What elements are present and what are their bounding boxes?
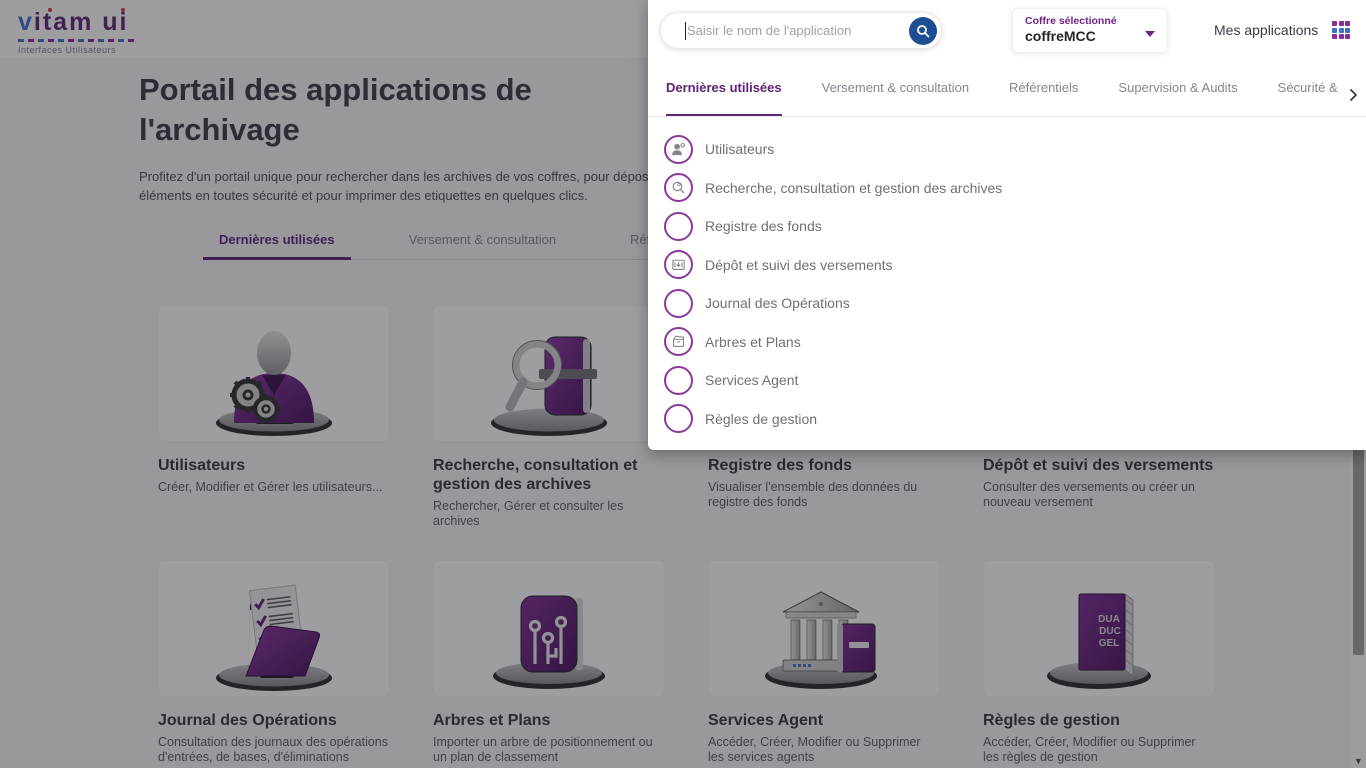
- panel-top-bar: Coffre sélectionné coffreMCC Mes applica…: [648, 0, 1366, 60]
- list-item-label: Règles de gestion: [705, 411, 817, 427]
- panel-tab-dernieres-utilisees[interactable]: Dernières utilisées: [666, 74, 782, 116]
- list-item-label: Utilisateurs: [705, 141, 774, 157]
- search-icon: [916, 24, 930, 38]
- list-item-label: Recherche, consultation et gestion des a…: [705, 180, 1002, 196]
- apps-grid-icon[interactable]: [1332, 21, 1350, 39]
- list-item-depot-versements[interactable]: Dépôt et suivi des versements: [664, 246, 1366, 285]
- chevron-right-icon: [1349, 88, 1358, 102]
- list-item-label: Journal des Opérations: [705, 295, 850, 311]
- panel-tab-referentiels[interactable]: Référentiels: [1009, 74, 1078, 116]
- empty-circle-icon: [664, 404, 693, 433]
- my-applications-label: Mes applications: [1214, 22, 1318, 38]
- list-item-label: Services Agent: [705, 372, 798, 388]
- list-item-regles-de-gestion[interactable]: Règles de gestion: [664, 400, 1366, 439]
- inbox-download-icon: [664, 250, 693, 279]
- coffre-label: Coffre sélectionné: [1025, 15, 1155, 27]
- panel-tab-versement-consultation[interactable]: Versement & consultation: [822, 74, 969, 116]
- chevron-down-icon: [1145, 31, 1155, 37]
- list-item-services-agent[interactable]: Services Agent: [664, 361, 1366, 400]
- application-list: Utilisateurs Recherche, consultation et …: [648, 117, 1366, 438]
- empty-circle-icon: [664, 289, 693, 318]
- empty-circle-icon: [664, 366, 693, 395]
- list-item-recherche-archives[interactable]: Recherche, consultation et gestion des a…: [664, 169, 1366, 208]
- user-gear-icon: [664, 135, 693, 164]
- panel-tab-supervision-audits[interactable]: Supervision & Audits: [1118, 74, 1237, 116]
- tabs-scroll-right-button[interactable]: [1340, 74, 1366, 116]
- list-item-utilisateurs[interactable]: Utilisateurs: [664, 130, 1366, 169]
- list-item-journal-operations[interactable]: Journal des Opérations: [664, 284, 1366, 323]
- search-button[interactable]: [909, 17, 937, 45]
- list-item-label: Registre des fonds: [705, 218, 822, 234]
- archive-box-icon: [664, 327, 693, 356]
- empty-circle-icon: [664, 212, 693, 241]
- list-item-arbres-et-plans[interactable]: Arbres et Plans: [664, 323, 1366, 362]
- search-input[interactable]: [687, 13, 897, 48]
- coffre-value: coffreMCC: [1025, 28, 1155, 44]
- applications-menu-panel: Coffre sélectionné coffreMCC Mes applica…: [648, 0, 1366, 450]
- magnifier-gear-icon: [664, 173, 693, 202]
- text-cursor: [685, 22, 686, 40]
- list-item-registre-des-fonds[interactable]: Registre des fonds: [664, 207, 1366, 246]
- coffre-selector[interactable]: Coffre sélectionné coffreMCC: [1012, 8, 1168, 53]
- panel-tabs: Dernières utilisées Versement & consulta…: [648, 74, 1366, 117]
- list-item-label: Arbres et Plans: [705, 334, 801, 350]
- list-item-label: Dépôt et suivi des versements: [705, 257, 893, 273]
- app-search-box: [660, 12, 942, 49]
